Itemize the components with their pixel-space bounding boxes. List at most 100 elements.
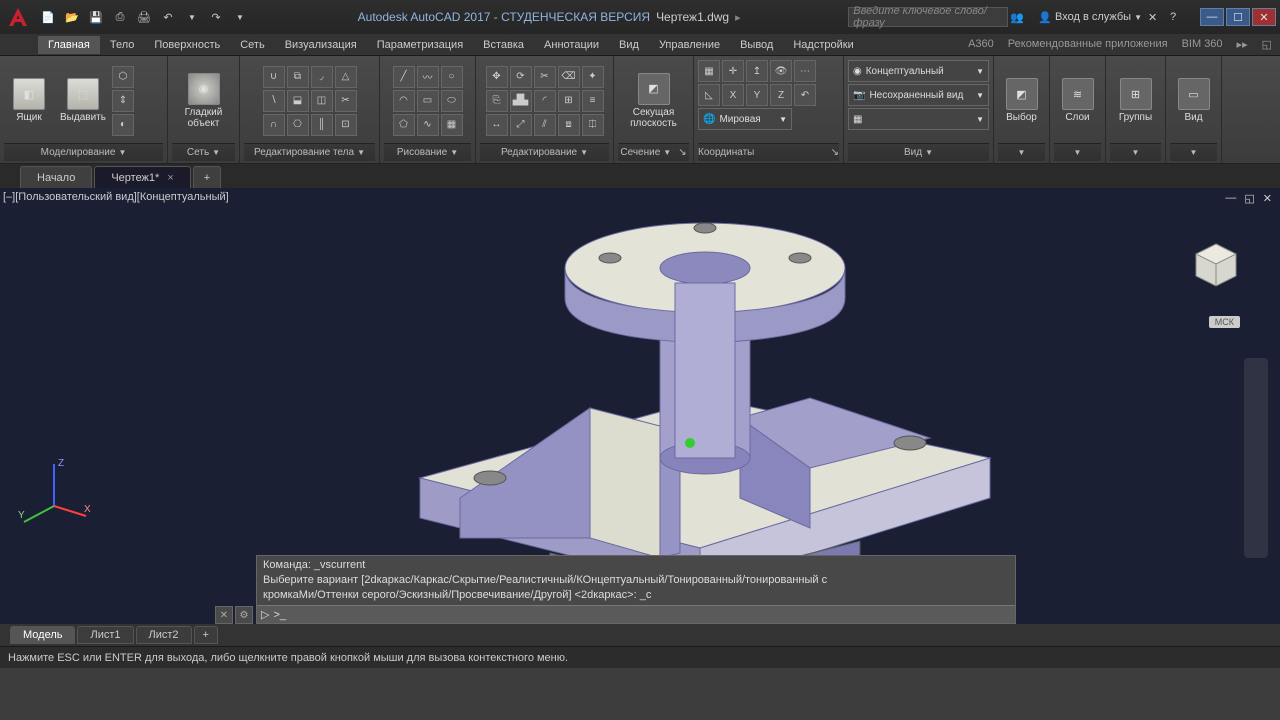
redo-icon[interactable]: ↷ xyxy=(206,7,226,27)
ucs-world-icon[interactable]: ▦ xyxy=(698,60,720,82)
tab-surface[interactable]: Поверхность xyxy=(144,36,230,54)
panel-layers-title[interactable]: ▼ xyxy=(1054,143,1101,161)
fillet-icon[interactable]: ◜ xyxy=(534,90,556,112)
panel-view-title[interactable]: Вид▼ xyxy=(848,143,989,161)
explode-icon[interactable]: ✦ xyxy=(582,66,604,88)
separate-icon[interactable]: ║ xyxy=(311,114,333,136)
fillet-edge-icon[interactable]: ◞ xyxy=(311,66,333,88)
groups-button[interactable]: ⊞ Группы xyxy=(1111,74,1161,127)
tab-bim360[interactable]: BIM 360 xyxy=(1182,38,1223,51)
close-button[interactable]: ✕ xyxy=(1252,8,1276,26)
copy-icon[interactable]: ⎘ xyxy=(486,90,508,112)
signin-button[interactable]: 👤Вход в службы▼ xyxy=(1034,11,1146,24)
tab-scroll-icon[interactable]: ▸▸ xyxy=(1237,38,1248,51)
viewport-button[interactable]: ▭ Вид xyxy=(1170,74,1217,127)
layout2-tab[interactable]: Лист2 xyxy=(136,626,192,644)
doctab-start[interactable]: Начало xyxy=(20,166,92,188)
stretch-icon[interactable]: ↔ xyxy=(486,114,508,136)
circle-icon[interactable]: ○ xyxy=(441,66,463,88)
ucs-x-icon[interactable]: X xyxy=(722,84,744,106)
viewport-restore-icon[interactable]: ◱ xyxy=(1242,192,1256,205)
undo-dropdown-icon[interactable]: ▼ xyxy=(182,7,202,27)
intersect-icon[interactable]: ∩ xyxy=(263,114,285,136)
navigation-bar[interactable] xyxy=(1244,358,1268,558)
exchange-icon[interactable]: ✕ xyxy=(1148,11,1168,24)
move-icon[interactable]: ✥ xyxy=(486,66,508,88)
viewport-minimize-icon[interactable]: — xyxy=(1223,192,1238,205)
tab-annotate[interactable]: Аннотации xyxy=(534,36,609,54)
section-plane-button[interactable]: ◩ Секущая плоскость xyxy=(629,69,679,133)
extrude-faces-icon[interactable]: ⬓ xyxy=(287,90,309,112)
taper-icon[interactable]: △ xyxy=(335,66,357,88)
arc-icon[interactable]: ◠ xyxy=(393,90,415,112)
slice-icon[interactable]: ✂ xyxy=(335,90,357,112)
ucs-origin-icon[interactable]: ✛ xyxy=(722,60,744,82)
spline-icon[interactable]: ∿ xyxy=(417,114,439,136)
ucs-3point-icon[interactable]: ◺ xyxy=(698,84,720,106)
panel-coordinates-title[interactable]: Координаты↘ xyxy=(698,143,839,161)
panel-modify-title[interactable]: Редактирование▼ xyxy=(480,143,609,161)
union-icon[interactable]: ∪ xyxy=(263,66,285,88)
revolve-icon[interactable]: ◐ xyxy=(112,114,134,136)
tab-a360[interactable]: A360 xyxy=(968,38,994,51)
doctab-close-icon[interactable]: × xyxy=(167,172,173,184)
polyline-icon[interactable]: 〰 xyxy=(417,66,439,88)
viewport-config-dropdown[interactable]: ▦ ▼ xyxy=(848,108,989,130)
open-icon[interactable]: 📂 xyxy=(62,7,82,27)
doctab-drawing[interactable]: Чертеж1* × xyxy=(94,166,190,188)
ucs-view-icon[interactable]: 👁 xyxy=(770,60,792,82)
tab-view[interactable]: Вид xyxy=(609,36,649,54)
minimize-button[interactable]: — xyxy=(1200,8,1224,26)
trim-icon[interactable]: ✂ xyxy=(534,66,556,88)
tab-solid[interactable]: Тело xyxy=(100,36,145,54)
ucs-y-icon[interactable]: Y xyxy=(746,84,768,106)
polysolid-icon[interactable]: ⬡ xyxy=(112,66,134,88)
ucs-zrot-icon[interactable]: Z xyxy=(770,84,792,106)
smooth-object-button[interactable]: ◉ Гладкий объект xyxy=(179,69,229,133)
tab-visualize[interactable]: Визуализация xyxy=(275,36,367,54)
command-line[interactable]: Команда: _vscurrent Выберите вариант [2d… xyxy=(256,555,1016,624)
shell-icon[interactable]: ◫ xyxy=(311,90,333,112)
saved-view-dropdown[interactable]: 📷 Несохраненный вид ▼ xyxy=(848,84,989,106)
tab-main[interactable]: Главная xyxy=(38,36,100,54)
offset-edge-icon[interactable]: ⎔ xyxy=(287,114,309,136)
3dmirror-icon[interactable]: ⎅ xyxy=(582,114,604,136)
panel-mesh-title[interactable]: Сеть▼ xyxy=(172,143,235,161)
infocenter-icon[interactable]: 👥 xyxy=(1010,11,1032,24)
hatch-icon[interactable]: ▦ xyxy=(441,114,463,136)
3dalign-icon[interactable]: ⧈ xyxy=(558,114,580,136)
extrude-button[interactable]: ⬚ Выдавить xyxy=(58,74,108,127)
scale-icon[interactable]: ⤢ xyxy=(510,114,532,136)
panel-section-title[interactable]: Сечение▼↘ xyxy=(618,143,689,161)
tab-mesh[interactable]: Сеть xyxy=(230,36,274,54)
panel-selection-title[interactable]: ▼ xyxy=(998,143,1045,161)
ucs-more-icon[interactable]: ⋯ xyxy=(794,60,816,82)
rotate-icon[interactable]: ⟳ xyxy=(510,66,532,88)
saveas-icon[interactable]: ⎙ xyxy=(110,7,130,27)
undo-icon[interactable]: ↶ xyxy=(158,7,178,27)
viewcube[interactable] xyxy=(1188,238,1244,294)
panel-solid-editing-title[interactable]: Редактирование тела▼ xyxy=(244,143,375,161)
panel-viewport-title[interactable]: ▼ xyxy=(1170,143,1217,161)
save-icon[interactable]: 💾 xyxy=(86,7,106,27)
maximize-button[interactable]: ☐ xyxy=(1226,8,1250,26)
erase-icon[interactable]: ⌫ xyxy=(558,66,580,88)
array-icon[interactable]: ⊞ xyxy=(558,90,580,112)
layers-button[interactable]: ≋ Слои xyxy=(1054,74,1101,127)
subtract-icon[interactable]: ∖ xyxy=(263,90,285,112)
mirror-icon[interactable]: ▟▙ xyxy=(510,90,532,112)
align-icon[interactable]: ≡ xyxy=(582,90,604,112)
drawing-canvas[interactable]: [–][Пользовательский вид][Концептуальный… xyxy=(0,188,1280,646)
line-icon[interactable]: ╱ xyxy=(393,66,415,88)
layout-add-button[interactable]: + xyxy=(194,626,218,644)
imprint-icon[interactable]: ⊡ xyxy=(335,114,357,136)
search-input[interactable]: Введите ключевое слово/фразу xyxy=(848,7,1008,27)
rectangle-icon[interactable]: ▭ xyxy=(417,90,439,112)
tab-output[interactable]: Вывод xyxy=(730,36,783,54)
viewport-close-icon[interactable]: ✕ xyxy=(1261,192,1274,205)
autocad-logo[interactable] xyxy=(4,3,32,31)
extract-edges-icon[interactable]: ⧉ xyxy=(287,66,309,88)
polygon-icon[interactable]: ⬠ xyxy=(393,114,415,136)
box-button[interactable]: ◧ Ящик xyxy=(4,74,54,127)
print-icon[interactable]: 🖨 xyxy=(134,7,154,27)
